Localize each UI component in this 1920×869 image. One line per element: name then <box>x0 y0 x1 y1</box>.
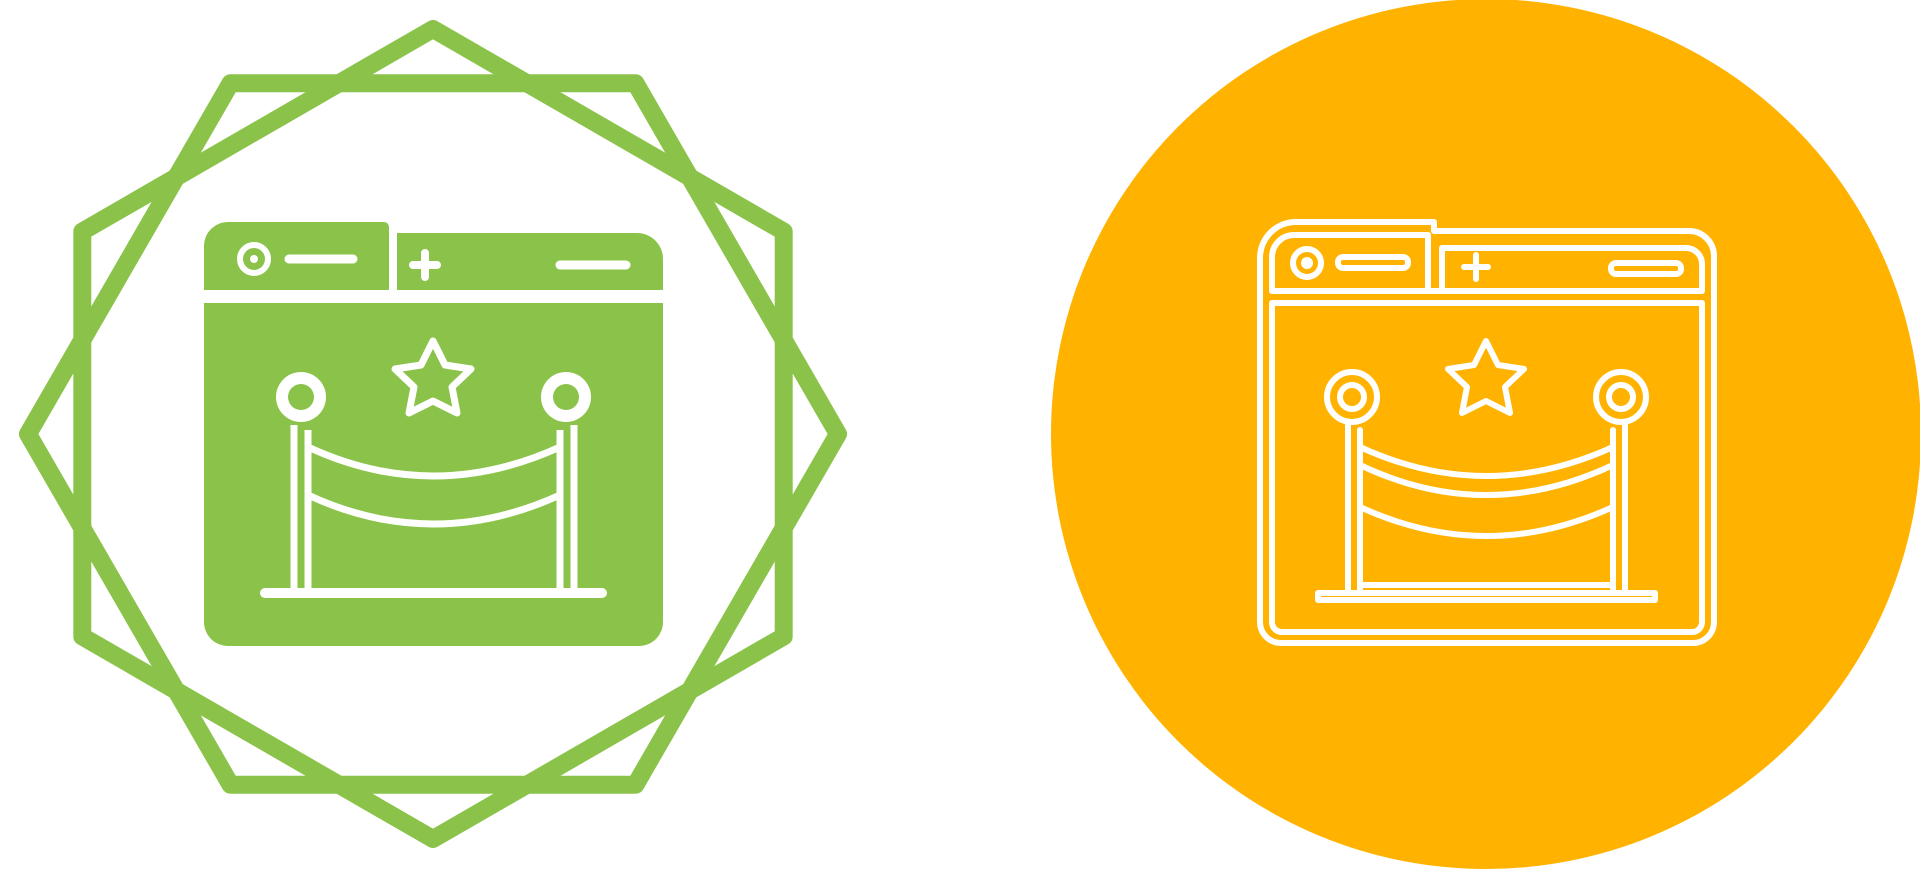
orange-circle-background <box>1051 0 1920 869</box>
post-right-knob-inner <box>553 384 579 410</box>
browser-window-glyph <box>204 222 663 646</box>
icon-artboard <box>19 0 1920 869</box>
tab-dot-center <box>1301 257 1313 269</box>
glyph-icon-group <box>19 20 847 848</box>
line-icon-group <box>1051 0 1920 869</box>
post-left-knob-inner <box>288 384 314 410</box>
canvas <box>0 0 1920 869</box>
tab-dot-center <box>250 255 258 263</box>
